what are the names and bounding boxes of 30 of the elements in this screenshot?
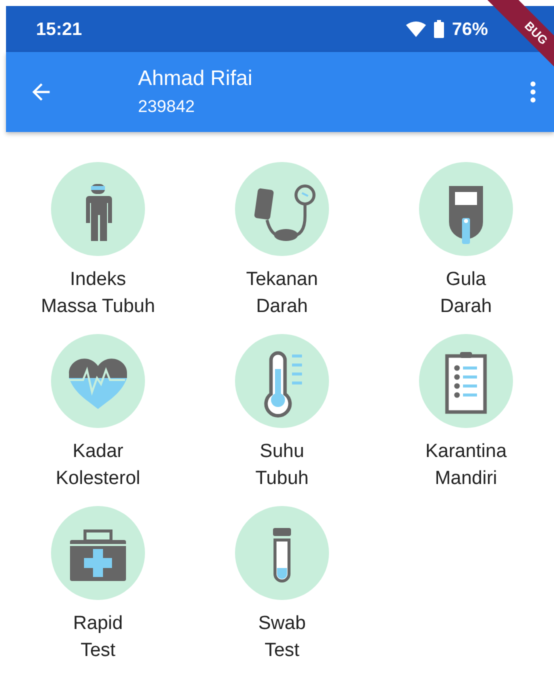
menu-tile[interactable]: Tekanan Darah [190,162,374,320]
menu-label: Swab Test [258,612,306,663]
menu-label: Indeks Massa Tubuh [40,268,156,319]
menu-tile[interactable]: Gula Darah [374,162,554,320]
blood-pressure-monitor-icon [235,162,329,256]
more-vertical-icon [530,81,536,103]
glucose-meter-icon [419,162,513,256]
menu-tile[interactable]: Swab Test [190,506,374,664]
patient-id: 239842 [138,97,196,117]
menu-label: Suhu Tubuh [255,440,309,491]
thermometer-icon [235,334,329,428]
menu-label: Kadar Kolesterol [56,440,140,491]
menu-tile[interactable]: Suhu Tubuh [190,334,374,492]
menu-tile[interactable]: Kadar Kolesterol [6,334,190,492]
menu-label: Gula Darah [440,268,492,319]
menu-label: Rapid Test [73,612,123,663]
person-icon [51,162,145,256]
menu-label: Tekanan Darah [246,268,318,319]
medical-kit-icon [51,506,145,600]
clipboard-checklist-icon [419,334,513,428]
menu-tile[interactable]: Indeks Massa Tubuh [6,162,190,320]
menu-tile[interactable]: Karantina Mandiri [374,334,554,492]
menu-label: Karantina Mandiri [425,440,507,491]
status-time: 15:21 [36,18,82,40]
menu-tile[interactable]: Rapid Test [6,506,190,664]
test-tube-icon [235,506,329,600]
battery-icon [434,20,444,38]
wifi-icon [406,21,426,37]
patient-name: Ahmad Rifai [138,67,254,91]
battery-percentage: 76% [452,18,488,40]
